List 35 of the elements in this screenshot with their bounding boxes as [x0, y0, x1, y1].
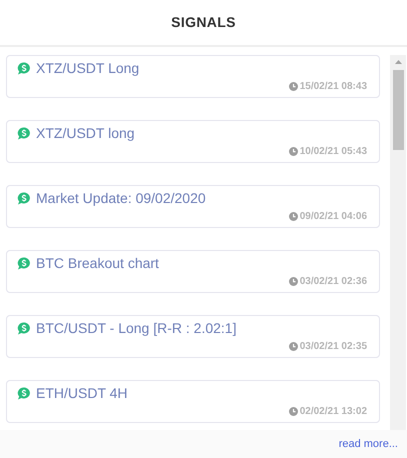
- signal-time: 09/02/21 04:06: [300, 210, 367, 224]
- signal-time: 03/02/21 02:35: [300, 340, 367, 354]
- dollar-chat-icon: [17, 322, 31, 335]
- panel-title: SIGNALS: [171, 13, 236, 32]
- signal-card[interactable]: XTZ/USDT Long 15/02/21 08:43: [6, 55, 380, 98]
- signal-time: 15/02/21 08:43: [300, 80, 367, 94]
- dollar-chat-icon: [17, 387, 31, 400]
- signal-title: XTZ/USDT long: [36, 124, 135, 143]
- signal-time: 10/02/21 05:43: [300, 145, 367, 159]
- signal-title: BTC/USDT - Long [R-R : 2.02:1]: [36, 319, 236, 338]
- scrollbar[interactable]: [390, 55, 406, 430]
- dollar-chat-icon: [17, 127, 31, 140]
- clock-icon: [288, 212, 298, 221]
- dollar-chat-icon: [17, 257, 31, 270]
- signal-time: 03/02/21 02:36: [300, 275, 367, 289]
- signal-title: Market Update: 09/02/2020: [36, 189, 206, 208]
- clock-icon: [288, 342, 298, 351]
- clock-icon: [288, 407, 298, 416]
- signal-card[interactable]: Market Update: 09/02/2020 09/02/21 04:06: [6, 185, 380, 228]
- clock-icon: [288, 147, 298, 156]
- read-more-link[interactable]: read more...: [338, 436, 398, 452]
- clock-icon: [288, 82, 298, 91]
- signal-card[interactable]: BTC/USDT - Long [R-R : 2.02:1] 03/02/21 02:35: [6, 315, 380, 358]
- signal-card[interactable]: ETH/USDT 4H 02/02/21 13:02: [6, 380, 380, 423]
- dollar-chat-icon: [17, 62, 31, 75]
- dollar-chat-icon: [17, 192, 31, 205]
- signal-card[interactable]: XTZ/USDT long 10/02/21 05:43: [6, 120, 380, 163]
- signal-title: BTC Breakout chart: [36, 254, 159, 273]
- signal-time: 02/02/21 13:02: [300, 405, 367, 419]
- scrollbar-thumb[interactable]: [392, 70, 404, 150]
- signal-card[interactable]: BTC Breakout chart 03/02/21 02:36: [6, 250, 380, 293]
- clock-icon: [288, 277, 298, 286]
- signal-title: XTZ/USDT Long: [36, 59, 140, 78]
- signal-title: ETH/USDT 4H: [36, 384, 128, 403]
- scroll-up-icon[interactable]: [394, 60, 402, 64]
